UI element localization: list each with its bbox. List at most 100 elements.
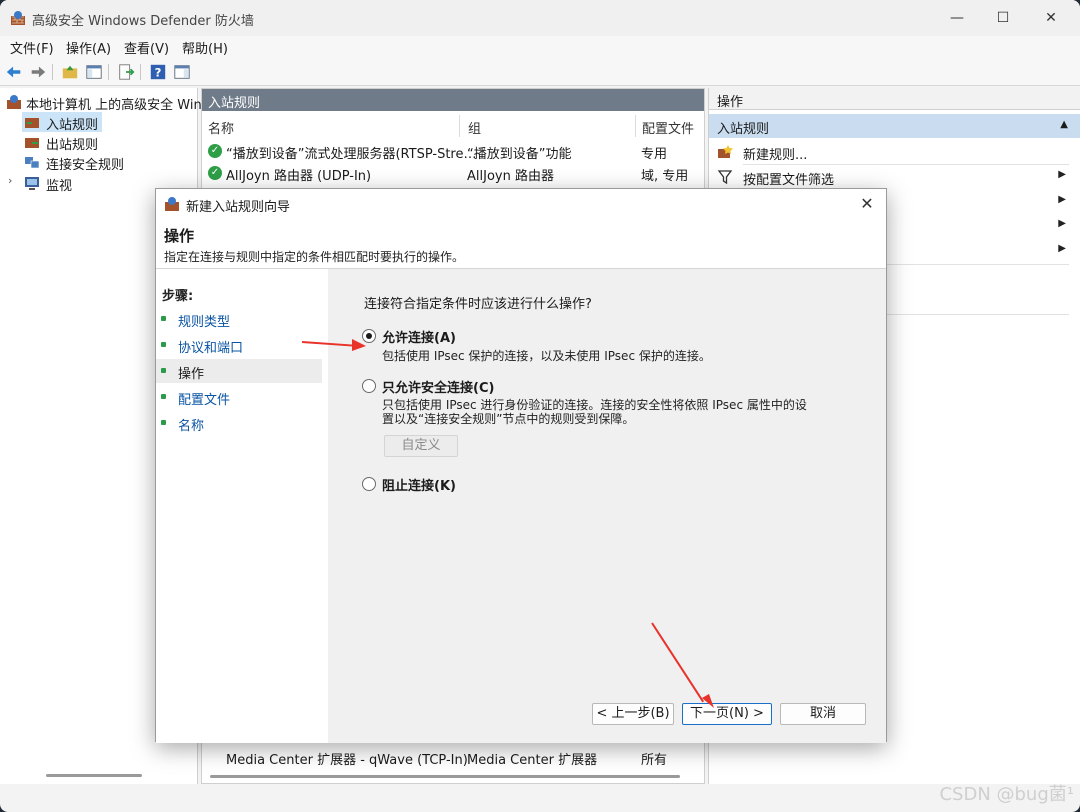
step-bullet: [161, 316, 166, 321]
action-label: 按配置文件筛选: [743, 173, 835, 188]
toolbar-separator: [140, 64, 141, 80]
rule-group: “播放到设备”功能: [467, 147, 572, 162]
annotation-arrowhead-icon: [702, 694, 714, 708]
tree-item-monitor[interactable]: › 监视: [8, 173, 128, 194]
new-inbound-rule-wizard: 新建入站规则向导 ✕ 操作 指定在连接与规则中指定的条件相匹配时要执行的操作。 …: [155, 188, 887, 743]
new-rule-icon: [718, 145, 733, 158]
inbound-rules-icon: [25, 118, 39, 128]
back-button[interactable]: < 上一步(B): [592, 703, 674, 725]
firewall-icon: [7, 95, 21, 109]
rule-group: AllJoyn 路由器: [467, 169, 554, 184]
step-profile[interactable]: 配置文件: [156, 385, 322, 409]
customize-button[interactable]: 自定义: [384, 435, 458, 457]
rule-group: Media Center 扩展器: [467, 753, 598, 768]
option-description: 置以及“连接安全规则”节点中的规则受到保障。: [382, 412, 635, 426]
help-icon[interactable]: ?: [148, 62, 168, 82]
annotation-arrowhead-icon: [352, 339, 366, 351]
step-rule-type[interactable]: 规则类型: [156, 307, 322, 331]
submenu-arrow-icon: ▶: [1058, 194, 1066, 205]
dialog-heading: 操作: [164, 227, 195, 245]
option-description: 包括使用 IPsec 保护的连接，以及未使用 IPsec 保护的连接。: [382, 349, 711, 363]
rule-name: Media Center 扩展器 - qWave (TCP-In): [226, 753, 468, 768]
tree-item-label: 监视: [46, 179, 73, 194]
submenu-arrow-icon: ▶: [1058, 243, 1066, 254]
collapse-up-icon[interactable]: ▲: [1060, 119, 1068, 130]
horizontal-scrollbar[interactable]: [46, 774, 142, 777]
minimize-button[interactable]: —: [934, 0, 980, 36]
cancel-button[interactable]: 取消: [780, 703, 866, 725]
dialog-title: 新建入站规则向导: [186, 200, 291, 215]
horizontal-scrollbar[interactable]: [210, 775, 680, 778]
toolbar-separator: [52, 64, 53, 80]
table-row[interactable]: ✓ AllJoyn 路由器 (UDP-In) AllJoyn 路由器 域, 专用: [208, 163, 704, 184]
dialog-close-button[interactable]: ✕: [856, 193, 878, 215]
dialog-subheading: 指定在连接与规则中指定的条件相匹配时要执行的操作。: [164, 250, 465, 264]
option-label: 允许连接(A): [382, 331, 456, 346]
menu-action[interactable]: 操作(A): [66, 38, 111, 57]
action-question: 连接符合指定条件时应该进行什么操作?: [364, 297, 592, 312]
tree-item-inbound[interactable]: 入站规则: [22, 112, 102, 133]
toolbar: ?: [0, 58, 1080, 86]
rule-profile: 专用: [641, 147, 668, 162]
rules-list-header: 入站规则: [202, 89, 704, 111]
back-arrow-icon[interactable]: [4, 62, 24, 82]
step-name[interactable]: 名称: [156, 411, 322, 435]
step-label: 配置文件: [178, 393, 231, 408]
wizard-content: 连接符合指定条件时应该进行什么操作? 允许连接(A) 包括使用 IPsec 保护…: [328, 269, 886, 743]
rule-profile: 域, 专用: [641, 169, 689, 184]
maximize-button[interactable]: ☐: [980, 0, 1026, 36]
actions-section-label: 入站规则: [717, 122, 770, 137]
action-new-rule[interactable]: 新建规则...: [709, 140, 1080, 164]
menu-help[interactable]: 帮助(H): [182, 38, 228, 57]
step-protocol-ports[interactable]: 协议和端口: [156, 333, 322, 357]
forward-arrow-icon[interactable]: [28, 62, 48, 82]
radio-block[interactable]: [362, 477, 376, 491]
tree-root[interactable]: 本地计算机 上的高级安全 Windows: [0, 92, 235, 113]
step-action[interactable]: 操作: [156, 359, 322, 383]
step-bullet: [161, 420, 166, 425]
tree-item-label: 入站规则: [46, 118, 99, 133]
rule-profile: 所有: [641, 753, 668, 768]
title-bar: 高级安全 Windows Defender 防火墙 — ☐ ✕: [0, 0, 1080, 36]
tree-item-label: 出站规则: [46, 138, 99, 153]
firewall-app-icon: [11, 11, 25, 25]
rule-name: AllJoyn 路由器 (UDP-In): [226, 169, 372, 184]
tree-item-connection-security[interactable]: 连接安全规则: [22, 152, 162, 173]
tree-item-label: 连接安全规则: [46, 158, 125, 173]
monitor-icon: [25, 177, 39, 190]
table-row[interactable]: Media Center 扩展器 - qWave (TCP-In) Media …: [226, 747, 722, 768]
step-label: 操作: [178, 367, 205, 382]
actions-section-inbound[interactable]: 入站规则 ▲: [709, 114, 1080, 138]
firewall-window: 高级安全 Windows Defender 防火墙 — ☐ ✕ 文件(F) 操作…: [0, 0, 1080, 812]
menu-file[interactable]: 文件(F): [10, 38, 54, 57]
show-hide-tree-icon[interactable]: [84, 62, 104, 82]
column-group[interactable]: 组: [468, 115, 636, 137]
toolbar-separator: [108, 64, 109, 80]
next-button[interactable]: 下一页(N) >: [682, 703, 772, 725]
menu-bar: 文件(F) 操作(A) 查看(V) 帮助(H): [0, 36, 1080, 58]
rule-name: “播放到设备”流式处理服务器(RTSP-Stre…: [226, 147, 477, 162]
expand-chevron-icon[interactable]: ›: [8, 174, 12, 187]
show-hide-action-pane-icon[interactable]: [172, 62, 192, 82]
menu-view[interactable]: 查看(V): [124, 38, 169, 57]
up-folder-icon[interactable]: [60, 62, 80, 82]
radio-allow-secure[interactable]: [362, 379, 376, 393]
outbound-rules-icon: [25, 138, 39, 148]
close-window-button[interactable]: ✕: [1028, 0, 1074, 36]
submenu-arrow-icon: ▶: [1058, 169, 1066, 180]
column-name[interactable]: 名称: [208, 115, 460, 137]
step-bullet: [161, 368, 166, 373]
tree-item-outbound[interactable]: 出站规则: [22, 132, 142, 153]
submenu-arrow-icon: ▶: [1058, 218, 1066, 229]
action-label: 新建规则...: [743, 148, 808, 163]
column-profile[interactable]: 配置文件: [642, 115, 704, 137]
dialog-header: 操作 指定在连接与规则中指定的条件相匹配时要执行的操作。: [156, 219, 886, 269]
table-row[interactable]: ✓ “播放到设备”流式处理服务器(RTSP-Stre… “播放到设备”功能 专用: [208, 141, 704, 162]
svg-text:?: ?: [155, 66, 162, 80]
option-label: 阻止连接(K): [382, 479, 456, 494]
action-filter-by-profile[interactable]: 按配置文件筛选 ▶: [709, 165, 1080, 189]
actions-header: 操作: [709, 88, 1080, 110]
export-list-icon[interactable]: [116, 62, 136, 82]
enabled-check-icon: ✓: [208, 166, 222, 180]
firewall-icon: [165, 197, 179, 211]
